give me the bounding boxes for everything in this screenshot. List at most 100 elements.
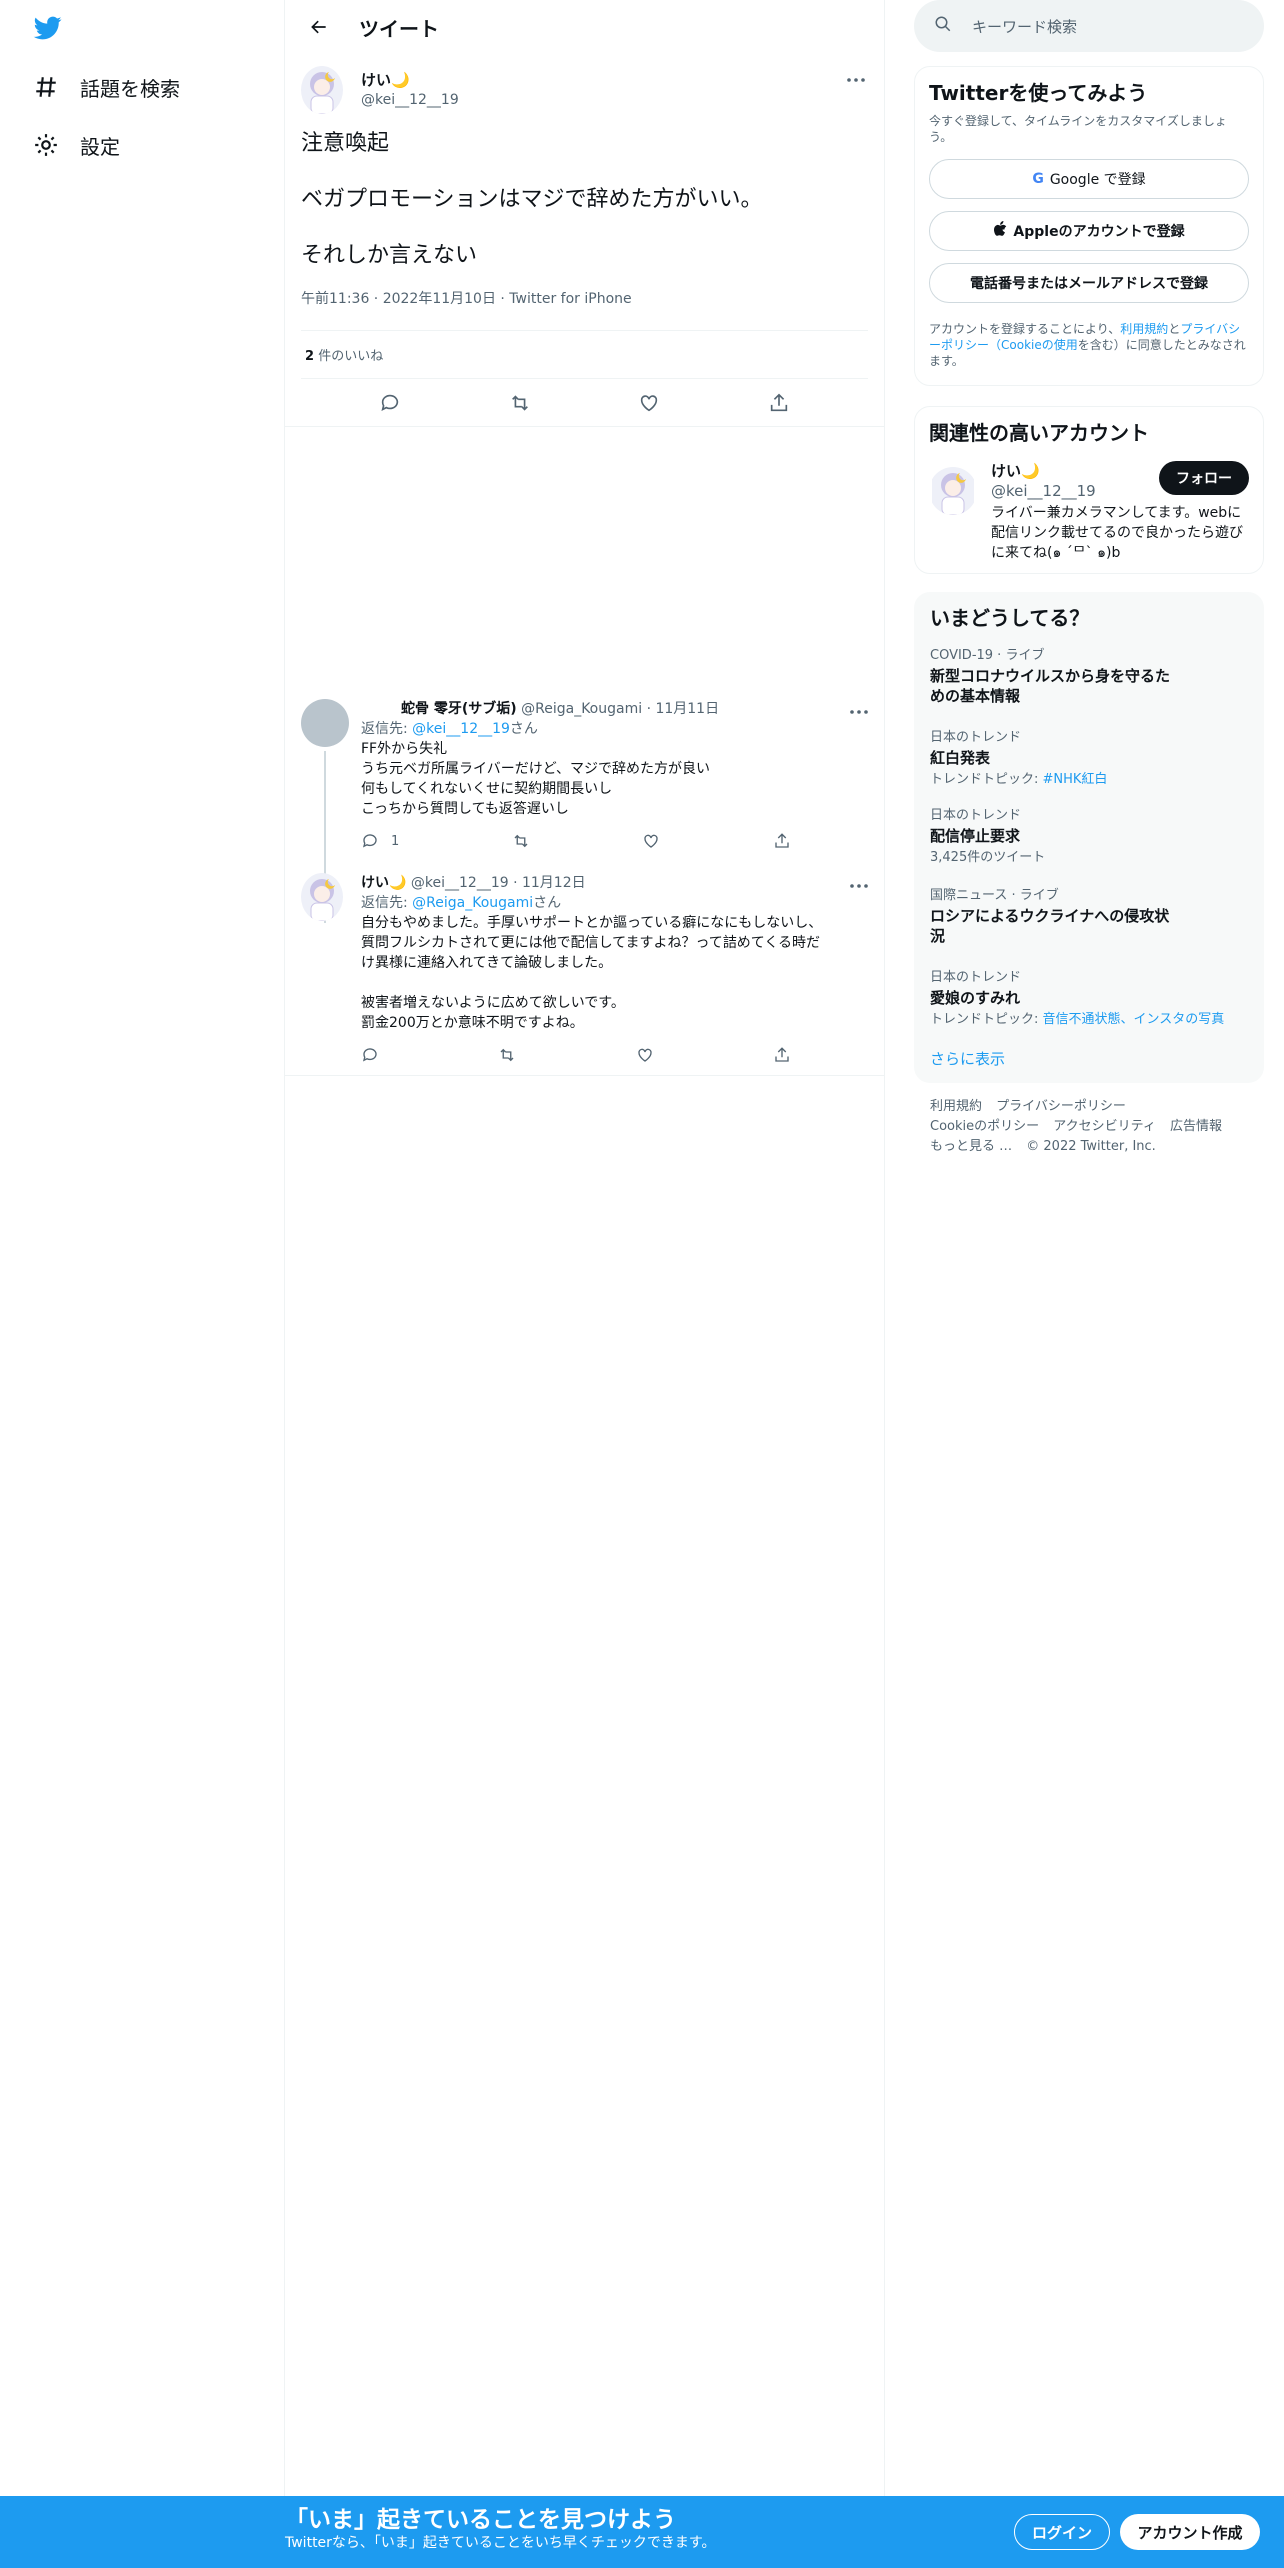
footer-link[interactable]: 利用規約	[930, 1099, 982, 1114]
reply-author-name[interactable]: 蛇骨 零牙(サブ垢)	[401, 701, 517, 717]
avatar[interactable]	[301, 699, 349, 747]
trend-topic-link[interactable]: 音信不通状態、インスタの写真	[1043, 1012, 1225, 1027]
main-column: ツイート けい🌙 @kei__12__19 注意喚起 ベガプロモーションはマジで…	[285, 0, 885, 2496]
likes-label: 件のいいね	[318, 349, 384, 364]
right-sidebar: キーワード検索 Twitterを使ってみよう 今すぐ登録して、タイムラインをカス…	[914, 0, 1264, 1171]
login-button[interactable]: ログイン	[1014, 2514, 1110, 2550]
footer-links: 利用規約 プライバシーポリシー Cookieのポリシー アクセシビリティ 広告情…	[914, 1083, 1264, 1171]
author-handle[interactable]: @kei__12__19	[361, 90, 459, 110]
reply-to-prefix: 返信先:	[361, 721, 413, 737]
reply-author-handle[interactable]: @kei__12__19	[411, 875, 509, 891]
trend-context: COVID-19 · ライブ	[930, 648, 1045, 663]
reply-icon[interactable]: 1	[361, 831, 399, 851]
phone-signup-button[interactable]: 電話番号またはメールアドレスで登録	[929, 263, 1249, 303]
apple-signup-button[interactable]: Appleのアカウントで登録	[929, 211, 1249, 251]
trend-name: 新型コロナウイルスから身を守るための基本情報	[930, 667, 1171, 705]
like-icon[interactable]	[636, 1045, 654, 1065]
like-icon[interactable]	[632, 386, 666, 420]
avatar[interactable]	[301, 66, 343, 114]
copyright: © 2022 Twitter, Inc.	[1026, 1139, 1156, 1154]
likes-count[interactable]: 2 件のいいね	[301, 331, 868, 379]
more-options-icon[interactable]	[850, 699, 868, 718]
reply-to-handle[interactable]: @kei__12__19	[412, 721, 510, 737]
avatar[interactable]	[929, 467, 977, 515]
trend-name: 配信停止要求	[930, 827, 1021, 845]
apple-signup-label: Appleのアカウントで登録	[1013, 224, 1185, 240]
trend-context: 日本のトレンド	[930, 730, 1022, 745]
trend-extra-prefix: トレンドトピック:	[930, 1012, 1043, 1027]
retweet-icon[interactable]	[512, 831, 530, 851]
reply-to: 返信先: @Reiga_Kougamiさん	[361, 893, 868, 913]
footer-link[interactable]: プライバシーポリシー	[996, 1099, 1126, 1114]
more-options-icon[interactable]	[850, 873, 868, 892]
signup-title: Twitterを使ってみよう	[929, 81, 1148, 105]
tweet-paragraph: 注意喚起	[301, 131, 390, 156]
relevant-title: 関連性の高いアカウント	[929, 421, 1149, 445]
show-more-link[interactable]: さらに表示	[914, 1028, 1264, 1069]
nav-settings[interactable]: 設定	[32, 120, 120, 170]
trend-topic-link[interactable]: #NHK紅白	[1043, 772, 1108, 787]
trend-item[interactable]: 国際ニュース · ライブ ロシアによるウクライナへの侵攻状況	[914, 866, 1264, 946]
trend-item[interactable]: COVID-19 · ライブ 新型コロナウイルスから身を守るための基本情報	[914, 632, 1264, 706]
reply-line	[361, 973, 868, 993]
bottom-signup-bar: 「いま」起きていることを見つけよう Twitterなら、「いま」起きていることを…	[0, 2496, 1284, 2568]
follow-button[interactable]: フォロー	[1159, 461, 1249, 495]
more-options-icon[interactable]	[844, 70, 868, 90]
share-icon[interactable]	[762, 386, 796, 420]
phone-signup-label: 電話番号またはメールアドレスで登録	[970, 276, 1208, 292]
tweet-paragraph: ベガプロモーションはマジで辞めた方がいい。	[301, 187, 763, 212]
reply-to-suffix: さん	[509, 721, 538, 737]
search-input[interactable]: キーワード検索	[914, 0, 1264, 52]
trend-context: 日本のトレンド	[930, 970, 1022, 985]
twitter-logo-icon[interactable]	[32, 14, 64, 42]
reply-count: 1	[391, 833, 400, 849]
hashtag-icon	[32, 73, 60, 101]
reply-icon[interactable]	[373, 386, 407, 420]
share-icon[interactable]	[773, 1045, 791, 1065]
avatar[interactable]	[301, 873, 343, 921]
back-button[interactable]	[301, 9, 337, 45]
footer-link[interactable]: もっと見る …	[930, 1139, 1012, 1154]
reply-to-suffix: さん	[533, 895, 562, 911]
trend-item[interactable]: 日本のトレンド 配信停止要求 3,425件のツイート	[914, 788, 1264, 866]
reply-tweet[interactable]: 蛇骨 零牙(サブ垢) @Reiga_Kougami · 11月11日 返信先: …	[285, 687, 884, 923]
trend-extra-prefix: トレンドトピック:	[930, 772, 1043, 787]
reply-line: うち元ベガ所属ライバーだけど、マジで辞めた方が良い	[361, 761, 711, 777]
tweet-meta[interactable]: 午前11:36 · 2022年11月10日 · Twitter for iPho…	[301, 288, 868, 331]
relevant-user[interactable]: けい🌙 @kei__12__19 ライバー兼カメラマンしてます。webに配信リン…	[929, 461, 1249, 563]
legal-text-2: と	[1168, 322, 1181, 336]
google-icon: G	[1032, 171, 1044, 187]
legal-text-1: アカウントを登録することにより、	[929, 322, 1121, 336]
reply-tweet[interactable]: けい🌙 @kei__12__19 · 11月12日 返信先: @Reiga_Ko…	[285, 861, 884, 1076]
retweet-icon[interactable]	[498, 1045, 516, 1065]
reply-line: 何もしてくれないくせに契約期間長いし	[361, 781, 613, 797]
reply-date[interactable]: · 11月11日	[647, 701, 720, 717]
reply-icon[interactable]	[361, 1045, 379, 1065]
trend-name: 愛娘のすみれ	[930, 989, 1021, 1007]
footer-link[interactable]: アクセシビリティ	[1053, 1119, 1156, 1134]
retweet-icon[interactable]	[503, 386, 537, 420]
reply-text: FF外から失礼 うち元ベガ所属ライバーだけど、マジで辞めた方が良い 何もしてくれ…	[361, 739, 868, 819]
reply-to-handle[interactable]: @Reiga_Kougami	[412, 895, 533, 911]
reply-text: 自分もやめました。手厚いサポートとか謳っている癖になにもしないし、 質問フルシカ…	[361, 913, 868, 1033]
reply-author-name[interactable]: けい🌙	[361, 875, 406, 891]
trend-extra: 3,425件のツイート	[930, 850, 1046, 865]
trend-item[interactable]: 日本のトレンド 愛娘のすみれ トレンドトピック: 音信不通状態、インスタの写真	[914, 946, 1264, 1028]
likes-number: 2	[305, 349, 315, 364]
footer-link[interactable]: Cookieのポリシー	[930, 1119, 1039, 1134]
share-icon[interactable]	[773, 831, 791, 851]
google-signup-button[interactable]: G Google で登録	[929, 159, 1249, 199]
like-icon[interactable]	[642, 831, 660, 851]
create-account-button[interactable]: アカウント作成	[1120, 2514, 1260, 2550]
bottom-bar-subtitle: Twitterなら、「いま」起きていることをいち早くチェックできます。	[285, 2535, 716, 2551]
reply-author-handle[interactable]: @Reiga_Kougami	[521, 701, 642, 717]
reply-date[interactable]: · 11月12日	[513, 875, 586, 891]
terms-link[interactable]: 利用規約	[1120, 322, 1168, 336]
footer-link[interactable]: 広告情報	[1170, 1119, 1222, 1134]
relevant-accounts-card: 関連性の高いアカウント けい🌙 @kei__12__19 ライバー兼カメラマンし…	[914, 406, 1264, 574]
nav-explore[interactable]: 話題を検索	[32, 62, 180, 112]
author-name[interactable]: けい🌙	[361, 70, 459, 90]
reply-action-bar: 1	[361, 831, 791, 851]
trend-item[interactable]: 日本のトレンド 紅白発表 トレンドトピック: #NHK紅白	[914, 706, 1264, 788]
